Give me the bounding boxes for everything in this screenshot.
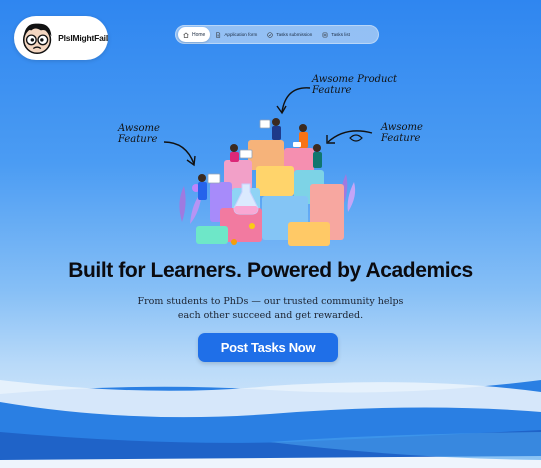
hero-subline-1: From students to PhDs — our trusted comm… <box>137 296 404 307</box>
annotation-product-feature: Awsome Product Feature <box>312 74 397 96</box>
learners-blocks-illustration <box>179 118 356 246</box>
annotation-line: Awsome <box>381 122 423 133</box>
nav-label: Application form <box>224 32 258 37</box>
annotation-line: Feature <box>312 85 352 96</box>
annotation-line: Awsome <box>118 123 160 134</box>
hero-subline-2: each other succeed and get rewarded. <box>177 310 364 321</box>
nav-item-home[interactable]: Home <box>178 27 211 42</box>
list-icon <box>322 32 328 37</box>
top-nav: Home Application form Tasks submission T… <box>175 25 379 44</box>
bottom-wave-decoration <box>0 380 541 468</box>
check-circle-icon <box>267 31 273 38</box>
annotation-left-feature: Awsome Feature <box>118 123 160 145</box>
brand-name: PlsIMightFail <box>58 33 108 43</box>
post-tasks-button[interactable]: Post Tasks Now <box>198 333 338 362</box>
annotation-right-feature: Awsome Feature <box>381 122 423 144</box>
annotation-line: Feature <box>381 133 421 144</box>
nav-item-tasks-list[interactable]: Tasks list <box>317 27 355 42</box>
nav-item-application-form[interactable]: Application form <box>210 27 262 42</box>
annotation-line: Awsome Product <box>312 74 398 85</box>
annotation-line: Feature <box>118 134 158 145</box>
brand-logo[interactable]: PlsIMightFail <box>14 16 108 60</box>
nav-item-tasks-submission[interactable]: Tasks submission <box>262 27 317 42</box>
hero-subline: From students to PhDs — our trusted comm… <box>0 295 541 323</box>
avatar-face-icon <box>22 23 52 55</box>
hero-headline: Built for Learners. Powered by Academics <box>68 259 473 282</box>
nav-label: Home <box>192 31 206 38</box>
nav-label: Tasks list <box>331 32 350 37</box>
nav-label: Tasks submission <box>276 32 313 37</box>
home-icon <box>183 32 189 38</box>
document-icon <box>216 31 221 38</box>
